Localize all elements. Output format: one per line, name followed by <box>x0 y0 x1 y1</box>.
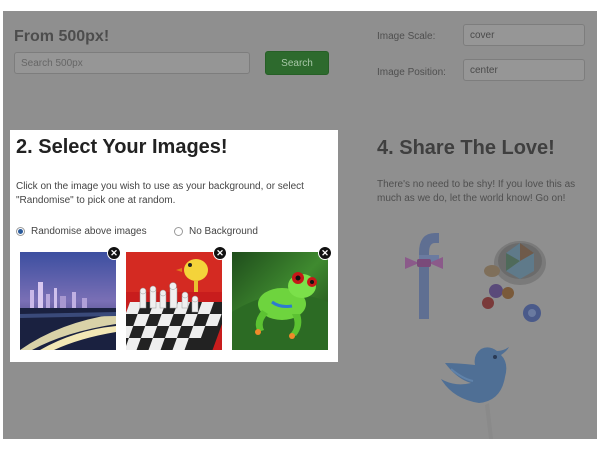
tree-frog-image[interactable] <box>232 252 328 350</box>
image-position-label: Image Position: <box>377 67 446 78</box>
search-section-title: From 500px! <box>14 28 110 45</box>
chess-toy-image[interactable] <box>126 252 222 350</box>
radio-randomise-indicator[interactable] <box>16 227 25 236</box>
radio-no-background[interactable]: No Background <box>174 226 258 237</box>
close-icon[interactable]: ✕ <box>107 246 121 260</box>
close-icon[interactable]: ✕ <box>318 246 332 260</box>
dimmed-page: From 500px! Search Image Scale: Image Po… <box>3 11 597 439</box>
tree-frog-graphic <box>232 252 328 350</box>
close-icon[interactable]: ✕ <box>213 246 227 260</box>
radio-no-background-indicator[interactable] <box>174 227 183 236</box>
city-night-image[interactable] <box>20 252 116 350</box>
share-section-title: 4. Share The Love! <box>377 137 555 159</box>
radio-no-background-label: No Background <box>189 226 258 237</box>
select-images-title: 2. Select Your Images! <box>16 136 228 158</box>
radio-selected-dot <box>18 229 23 234</box>
image-scale-label: Image Scale: <box>377 31 436 42</box>
select-images-panel: 2. Select Your Images! Click on the imag… <box>10 130 338 362</box>
search-input[interactable] <box>14 52 250 74</box>
google-buttons-graphic <box>482 241 546 322</box>
twitter-bird-icon[interactable] <box>435 343 515 439</box>
select-images-description: Click on the image you wish to use as yo… <box>16 181 304 206</box>
chess-toy-graphic <box>126 252 222 350</box>
radio-randomise-label: Randomise above images <box>31 226 147 237</box>
facebook-icon[interactable] <box>401 225 447 321</box>
city-night-graphic <box>20 252 116 350</box>
radio-randomise[interactable]: Randomise above images <box>16 226 147 237</box>
google-buttons-icon[interactable] <box>478 233 550 325</box>
facebook-graphic <box>405 233 443 319</box>
twitter-bird-graphic <box>441 347 509 439</box>
image-scale-input[interactable] <box>463 24 585 46</box>
image-position-input[interactable] <box>463 59 585 81</box>
search-button[interactable]: Search <box>265 51 329 75</box>
share-section-description: There's no need to be shy! If you love t… <box>377 179 576 204</box>
